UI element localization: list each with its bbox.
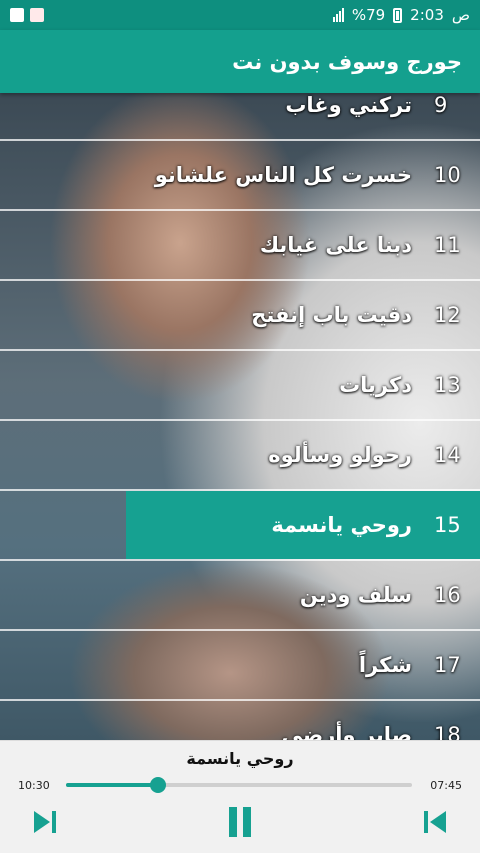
app-bar: جورج وسوف بدون نت: [0, 30, 480, 93]
track-title: دبنا على غيابك: [259, 233, 412, 257]
app-notification-icon: [30, 8, 44, 22]
playlist-item[interactable]: خسرت كل الناس علشانو 10: [0, 141, 480, 211]
playlist: تركني وغاب 9 خسرت كل الناس علشانو 10 دبنا عل…: [0, 93, 480, 740]
seek-progress: [66, 783, 158, 787]
track-title: صابر وأرضى: [281, 723, 412, 740]
track-number: 10: [434, 163, 461, 187]
track-title: دقيت باب إنفتح: [251, 303, 412, 327]
status-bar: %79 2:03 ص: [0, 0, 480, 30]
track-number: 15: [434, 513, 461, 537]
playlist-item[interactable]: رحولو وسألوه 14: [0, 421, 480, 491]
track-title: رحولو وسألوه: [268, 443, 412, 467]
track-title: سلف ودين: [299, 583, 412, 607]
next-button[interactable]: [28, 805, 62, 839]
player-bar: روحي يانسمة 10:30 07:45: [0, 740, 480, 853]
track-number: 14: [434, 443, 461, 467]
previous-button[interactable]: [418, 805, 452, 839]
now-playing-title: روحي يانسمة: [186, 749, 294, 768]
track-title: دكريات: [339, 373, 412, 397]
elapsed-time: 10:30: [18, 779, 50, 792]
status-right: %79 2:03 ص: [332, 6, 470, 24]
battery-icon: [393, 7, 403, 23]
track-title: شكراً: [358, 653, 412, 677]
playlist-container[interactable]: تركني وغاب 9 خسرت كل الناس علشانو 10 دبنا عل…: [0, 93, 480, 740]
status-left: [10, 8, 44, 22]
playlist-item[interactable]: صابر وأرضى 18: [0, 701, 480, 740]
pause-icon: [229, 807, 251, 837]
track-number: 17: [434, 653, 461, 677]
track-title: خسرت كل الناس علشانو: [154, 163, 412, 187]
signal-icon: [332, 8, 344, 22]
playlist-item[interactable]: سلف ودين 16: [0, 561, 480, 631]
seek-bar[interactable]: [66, 777, 412, 793]
track-number: 13: [434, 373, 461, 397]
track-title: تركني وغاب: [285, 93, 412, 117]
battery-percent: %79: [351, 6, 386, 24]
clock-time: 2:03: [410, 6, 444, 24]
skip-previous-icon: [424, 811, 446, 833]
seek-thumb[interactable]: [149, 777, 166, 793]
gallery-icon: [10, 8, 24, 22]
playlist-item[interactable]: تركني وغاب 9: [0, 93, 480, 141]
playlist-item[interactable]: دقيت باب إنفتح 12: [0, 281, 480, 351]
playlist-item[interactable]: دبنا على غيابك 11: [0, 211, 480, 281]
playlist-item[interactable]: دكريات 13: [0, 351, 480, 421]
skip-next-icon: [34, 811, 56, 833]
playlist-item[interactable]: شكراً 17: [0, 631, 480, 701]
track-number: 9: [434, 93, 448, 117]
clock-ampm: ص: [451, 6, 470, 24]
track-number: 11: [434, 233, 461, 257]
playlist-item[interactable]: روحي يانسمة 15: [0, 491, 480, 561]
track-number: 18: [434, 723, 461, 740]
remaining-time: 07:45: [430, 779, 462, 792]
track-title: روحي يانسمة: [271, 513, 412, 537]
pause-button[interactable]: [223, 805, 257, 839]
track-number: 12: [434, 303, 461, 327]
track-number: 16: [434, 583, 461, 607]
app-title: جورج وسوف بدون نت: [232, 49, 462, 74]
